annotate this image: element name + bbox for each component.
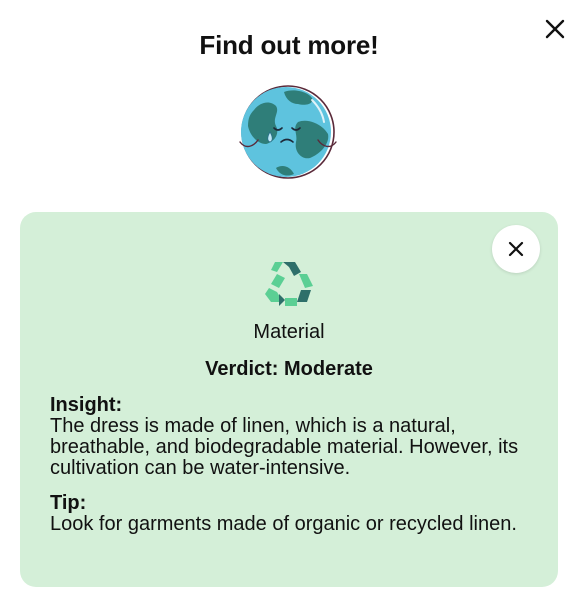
tip-text: Look for garments made of organic or rec… — [50, 513, 517, 535]
tip-section: Tip: Look for garments made of organic o… — [50, 493, 530, 535]
insight-text: The dress is made of linen, which is a n… — [50, 415, 519, 479]
insight-card: Material Verdict: Moderate Insight: The … — [20, 212, 558, 587]
card-close-button[interactable] — [492, 225, 540, 273]
category-label: Material — [253, 321, 325, 343]
recycle-icon — [265, 262, 313, 306]
insight-heading: Insight: — [50, 394, 123, 416]
crying-earth-icon — [239, 85, 337, 179]
modal-title: Find out more! — [199, 30, 379, 60]
find-out-more-modal: Find out more! Material Verdict: Moderat… — [0, 0, 578, 611]
close-icon — [508, 241, 524, 257]
tip-heading: Tip: — [50, 492, 87, 514]
verdict-label: Verdict: Moderate — [205, 358, 373, 380]
insight-section: Insight: The dress is made of linen, whi… — [50, 395, 530, 479]
